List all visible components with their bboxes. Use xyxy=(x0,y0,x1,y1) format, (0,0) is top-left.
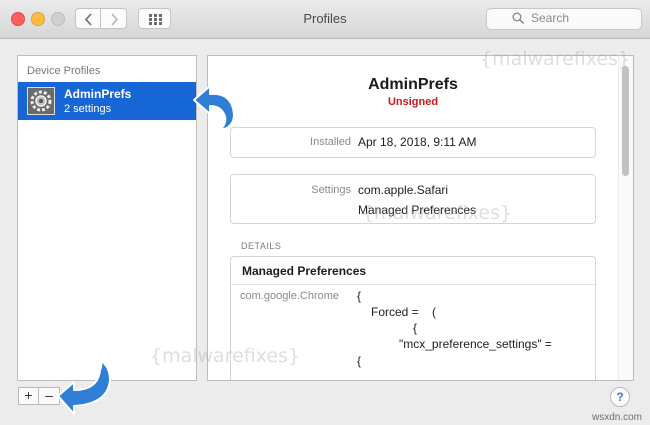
sidebar-item-adminprefs[interactable]: AdminPrefs 2 settings xyxy=(18,82,196,120)
gear-icon xyxy=(27,87,55,115)
scrollbar[interactable] xyxy=(618,56,633,380)
add-profile-button[interactable]: + xyxy=(18,387,39,405)
code-line: { xyxy=(413,321,418,335)
details-header: DETAILS xyxy=(241,241,282,251)
search-icon xyxy=(512,12,525,25)
watermark: {malwarefixes} xyxy=(362,202,513,224)
help-button[interactable]: ? xyxy=(610,387,630,407)
details-key: com.google.Chrome xyxy=(240,290,340,302)
installed-label: Installed xyxy=(310,136,351,148)
profiles-window: Profiles Search Device Profiles AdminPre… xyxy=(0,0,650,425)
arrow-pointer-icon xyxy=(193,85,235,131)
code-line: "mcx_preference_settings" = xyxy=(399,337,552,351)
search-placeholder: Search xyxy=(531,11,570,25)
watermark: {malwarefixes} xyxy=(480,48,631,70)
credit-text: wsxdn.com xyxy=(592,412,643,423)
code-line: { xyxy=(357,289,362,303)
profile-title: AdminPrefs xyxy=(368,76,458,93)
code-line: Forced = ( xyxy=(371,305,437,319)
sidebar-header: Device Profiles xyxy=(27,65,101,77)
settings-label: Settings xyxy=(311,184,351,196)
profiles-sidebar: Device Profiles AdminPrefs 2 settings xyxy=(17,55,197,381)
watermark: {malwarefixes} xyxy=(150,345,301,367)
profile-settings-count: 2 settings xyxy=(64,103,112,115)
installed-value: Apr 18, 2018, 9:11 AM xyxy=(358,135,477,149)
divider xyxy=(231,284,595,285)
unsigned-badge: Unsigned xyxy=(387,96,439,108)
arrow-pointer-icon xyxy=(57,358,111,415)
profile-name: AdminPrefs xyxy=(64,87,132,101)
settings-value-safari: com.apple.Safari xyxy=(358,183,449,197)
code-line: { xyxy=(357,354,362,368)
installed-box: Installed Apr 18, 2018, 9:11 AM xyxy=(230,127,596,158)
title-bar: Profiles Search xyxy=(0,0,650,39)
scrollbar-thumb[interactable] xyxy=(622,66,629,176)
details-title: Managed Preferences xyxy=(242,264,367,278)
